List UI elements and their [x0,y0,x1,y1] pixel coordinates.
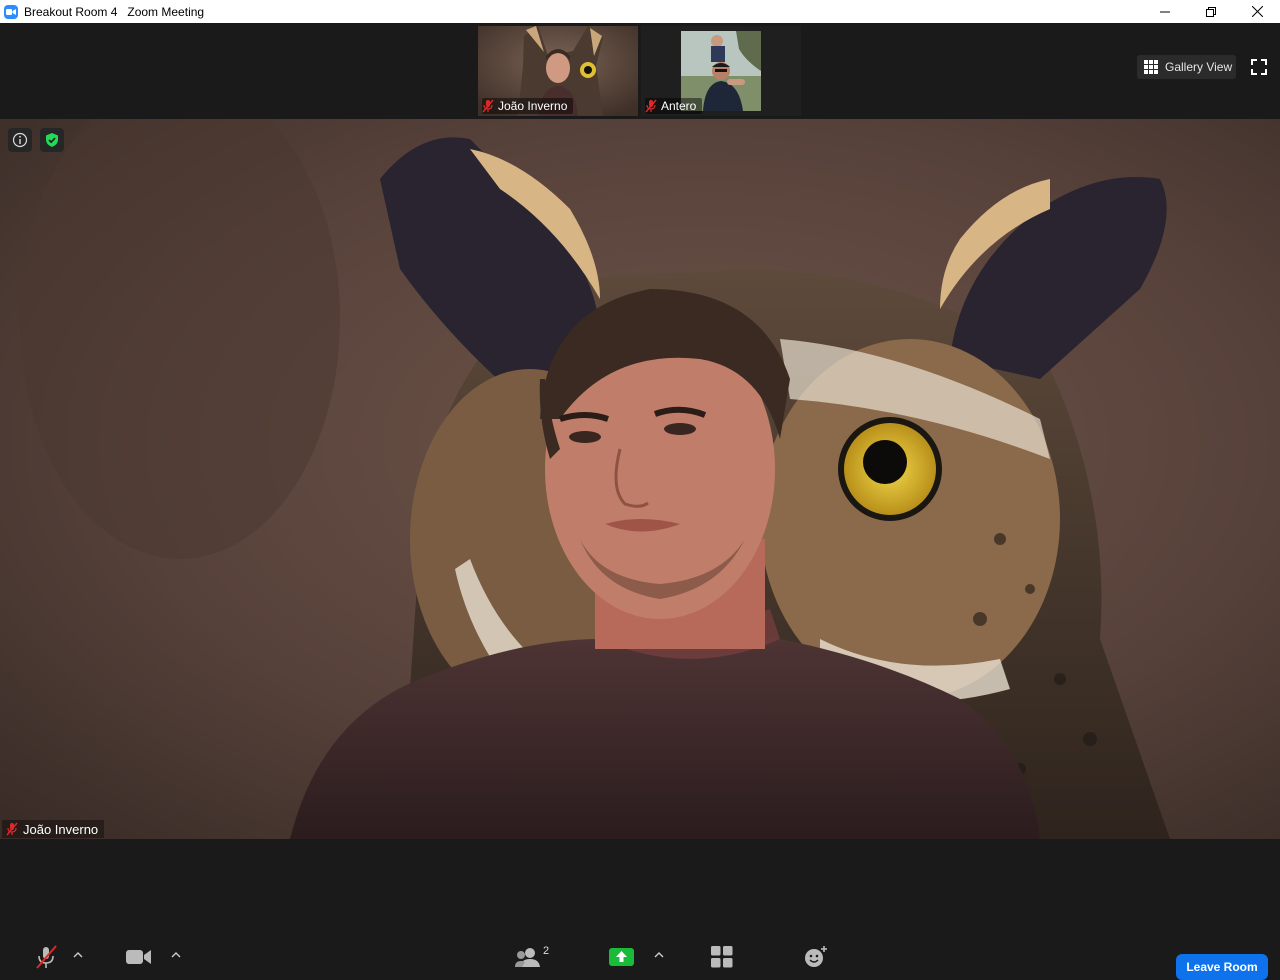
speaker-name: João Inverno [23,821,99,837]
chevron-up-icon[interactable] [73,951,83,959]
participant-thumbnail[interactable]: João Inverno [478,26,638,116]
close-icon [1251,6,1263,17]
add-reaction-icon [805,946,827,967]
camera-icon [126,950,151,964]
gallery-view-label: Gallery View [1165,60,1233,74]
mic-off-icon [482,99,494,113]
minimize-button[interactable] [1142,0,1188,23]
fullscreen-button[interactable] [1249,57,1269,77]
window-title: Breakout Room 4 Zoom Meeting [24,4,205,19]
chevron-up-icon[interactable] [654,951,664,959]
window-titlebar: Breakout Room 4 Zoom Meeting [0,0,1280,23]
minimize-icon [1160,11,1170,12]
speaker-video-frame [0,119,1280,839]
participant-name: Antero [661,99,697,113]
breakout-rooms-button[interactable] [711,945,733,969]
breakout-rooms-icon [711,946,733,968]
thumbnail-name-label: Antero [645,98,703,114]
zoom-app-icon [4,4,18,19]
thumbnail-strip: João Inverno Antero Gallery View [0,23,1280,119]
participants-count: 2 [543,945,550,957]
share-screen-icon [609,948,634,966]
unmute-button[interactable] [34,945,58,969]
encryption-button[interactable] [40,128,64,152]
share-screen-button[interactable] [609,945,634,969]
info-icon [12,132,28,148]
participants-icon [515,948,540,967]
fullscreen-icon [1251,59,1267,75]
close-button[interactable] [1234,0,1280,23]
gallery-view-button[interactable]: Gallery View [1137,55,1236,79]
video-button[interactable] [126,945,152,969]
participants-button[interactable]: 2 [515,945,549,969]
window-controls [1142,0,1280,23]
speaker-name-label: João Inverno [2,820,105,838]
participant-thumbnail[interactable]: Antero [641,26,801,116]
meeting-info-button[interactable] [8,128,32,152]
leave-room-button[interactable]: Leave Room [1176,954,1268,980]
reactions-button[interactable] [804,945,828,969]
chevron-up-icon[interactable] [171,951,181,959]
grid-icon [1144,60,1158,74]
meeting-toolbar: 2 Leave Room [0,839,1280,980]
active-speaker-video: João Inverno [0,119,1280,839]
restore-button[interactable] [1188,0,1234,23]
thumbnail-name-label: João Inverno [482,98,574,114]
mic-off-icon [6,822,18,836]
mic-off-icon [645,99,657,113]
restore-icon [1206,6,1216,17]
shield-icon [46,133,58,147]
participant-name: João Inverno [498,99,568,113]
mic-off-icon [36,945,57,969]
